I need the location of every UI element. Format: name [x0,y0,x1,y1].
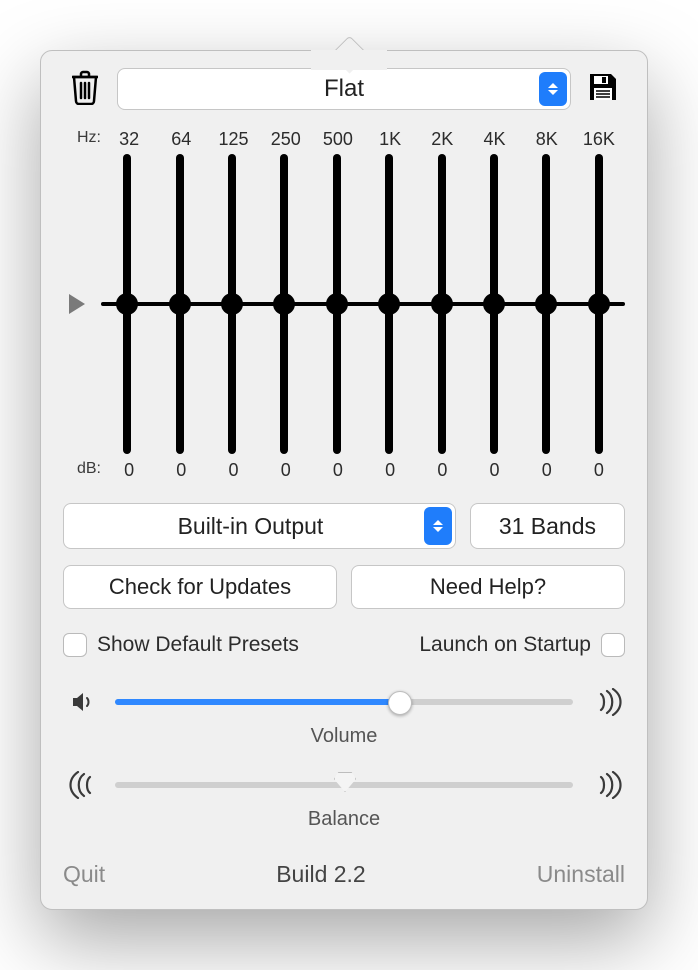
eq-freq-label: 1K [364,129,416,150]
volume-high-icon [585,688,625,716]
eq-band-slider[interactable] [206,154,258,454]
eq-gain-value: 0 [260,460,312,481]
bands-toggle-button[interactable]: 31 Bands [470,503,625,549]
preset-select-value: Flat [324,75,364,103]
save-preset-button[interactable] [581,67,625,111]
volume-slider[interactable] [115,699,573,705]
eq-freq-label: 250 [260,129,312,150]
eq-gain-value: 0 [207,460,259,481]
floppy-disk-icon [586,70,620,109]
eq-band-slider[interactable] [363,154,415,454]
eq-freq-label: 125 [207,129,259,150]
eq-band-slider[interactable] [311,154,363,454]
output-device-value: Built-in Output [178,513,324,540]
dropdown-stepper-icon [424,507,452,545]
launch-on-startup-checkbox[interactable] [601,633,625,657]
dropdown-stepper-icon [539,72,567,106]
build-version: Build 2.2 [276,861,366,888]
eq-band-slider[interactable] [101,154,153,454]
eq-gain-value: 0 [521,460,573,481]
eq-band-slider[interactable] [520,154,572,454]
eq-freq-label: 500 [312,129,364,150]
balance-slider[interactable] [115,782,573,788]
preset-select[interactable]: Flat [117,68,571,110]
bands-button-label: 31 Bands [499,513,596,540]
db-axis-label: dB: [63,460,103,481]
eq-band-slider[interactable] [468,154,520,454]
delete-preset-button[interactable] [63,67,107,111]
eq-freq-label: 4K [468,129,520,150]
balance-left-icon [63,771,103,799]
show-default-presets-checkbox[interactable] [63,633,87,657]
eq-gain-value: 0 [364,460,416,481]
uninstall-link[interactable]: Uninstall [537,861,625,888]
eq-gain-value: 0 [468,460,520,481]
eq-freq-label: 64 [155,129,207,150]
check-for-updates-button[interactable]: Check for Updates [63,565,337,609]
eq-gain-value: 0 [573,460,625,481]
zero-db-marker-icon [69,294,85,314]
eq-band-slider[interactable] [258,154,310,454]
eq-band-slider[interactable] [573,154,625,454]
eq-freq-label: 8K [521,129,573,150]
trash-icon [69,69,101,110]
eq-freq-label: 32 [103,129,155,150]
eq-freq-label: 2K [416,129,468,150]
show-default-presets-label: Show Default Presets [97,633,299,657]
balance-right-icon [585,771,625,799]
eq-gain-value: 0 [155,460,207,481]
eq-gain-value: 0 [416,460,468,481]
volume-label: Volume [63,725,625,748]
eq-freq-label: 16K [573,129,625,150]
output-device-select[interactable]: Built-in Output [63,503,456,549]
eq-gain-value: 0 [103,460,155,481]
equalizer-popover: Flat Hz: [40,50,648,910]
eq-band-slider[interactable] [415,154,467,454]
eq-band-slider[interactable] [153,154,205,454]
check-for-updates-label: Check for Updates [109,574,291,600]
balance-label: Balance [63,808,625,831]
hz-axis-label: Hz: [63,129,103,150]
eq-gain-value: 0 [312,460,364,481]
need-help-label: Need Help? [430,574,546,600]
volume-low-icon [63,690,103,714]
quit-link[interactable]: Quit [63,861,105,888]
need-help-button[interactable]: Need Help? [351,565,625,609]
launch-on-startup-label: Launch on Startup [419,633,591,657]
